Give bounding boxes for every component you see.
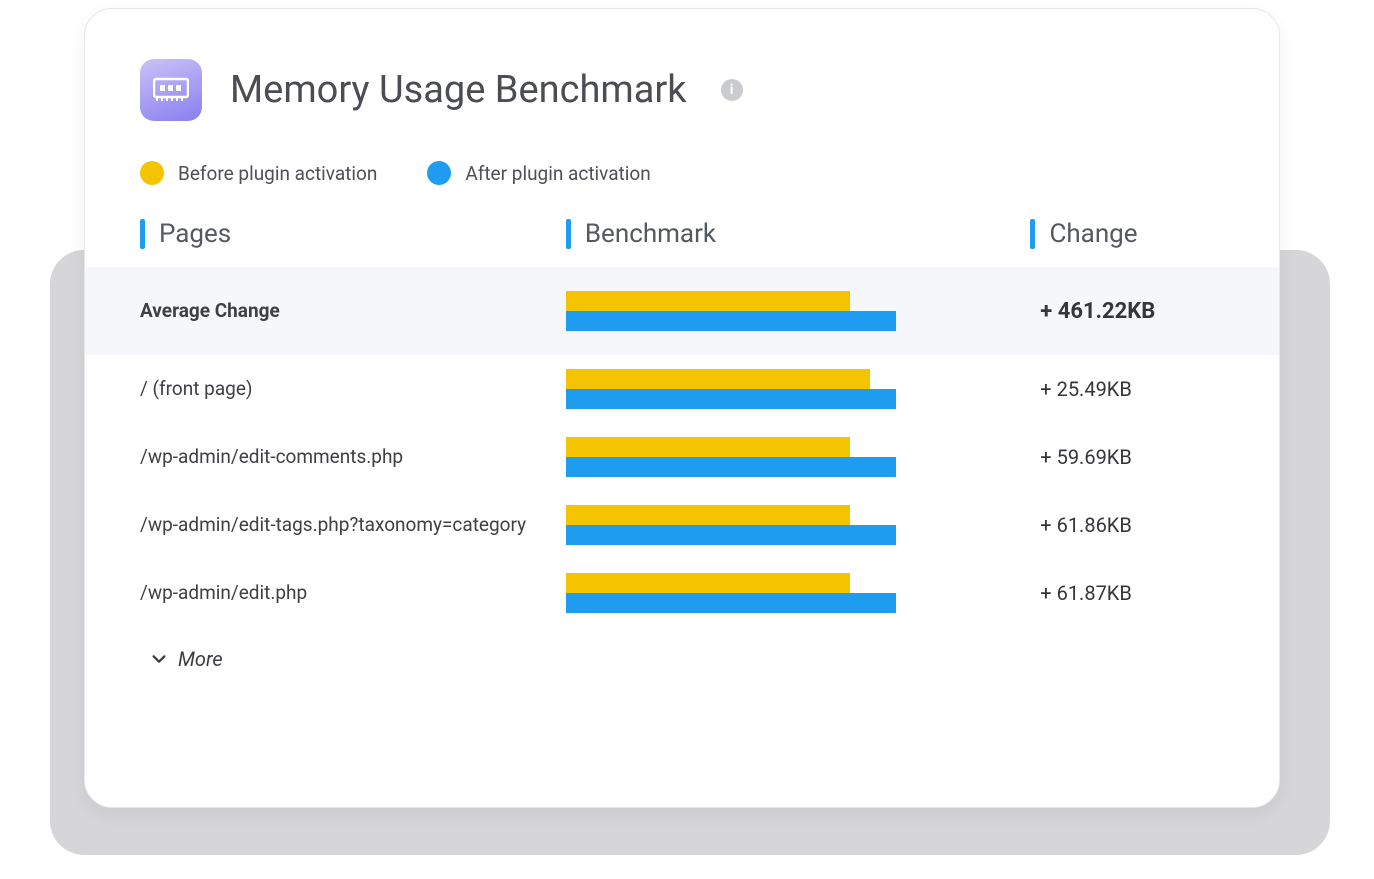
legend-before: Before plugin activation xyxy=(140,161,377,185)
table-row: /wp-admin/edit-comments.php + 59.69KB xyxy=(85,423,1279,491)
benchmark-bars xyxy=(566,505,1030,545)
page-label: / (front page) xyxy=(140,376,566,403)
col-header-pages: Pages xyxy=(140,219,566,249)
card-header: Memory Usage Benchmark i xyxy=(85,59,1279,121)
change-value: + 61.87KB xyxy=(1030,581,1224,605)
accent-bar xyxy=(1030,219,1035,249)
bar-before xyxy=(566,369,870,389)
rows-container: Average Change + 461.22KB / (front page) + … xyxy=(85,267,1279,627)
table-row: / (front page) + 25.49KB xyxy=(85,355,1279,423)
accent-bar xyxy=(140,219,145,249)
legend-dot-before xyxy=(140,161,164,185)
benchmark-bars xyxy=(566,291,1030,331)
bar-before xyxy=(566,573,850,593)
bar-after xyxy=(566,311,896,331)
change-value: + 61.86KB xyxy=(1030,513,1224,537)
chevron-down-icon xyxy=(150,650,168,668)
legend-after: After plugin activation xyxy=(427,161,650,185)
accent-bar xyxy=(566,219,571,249)
col-header-change: Change xyxy=(1030,219,1224,249)
bar-before xyxy=(566,505,850,525)
bar-after xyxy=(566,593,896,613)
column-headers: Pages Benchmark Change xyxy=(85,219,1279,249)
bar-after xyxy=(566,525,896,545)
bar-before xyxy=(566,437,850,457)
page-label: /wp-admin/edit.php xyxy=(140,580,566,607)
col-header-benchmark: Benchmark xyxy=(566,219,1031,249)
memory-chip-icon xyxy=(140,59,202,121)
col-label-change: Change xyxy=(1049,219,1137,249)
bar-after xyxy=(566,389,896,409)
change-value: + 461.22KB xyxy=(1030,299,1224,324)
change-value: + 59.69KB xyxy=(1030,445,1224,469)
info-icon[interactable]: i xyxy=(721,79,743,101)
bar-before xyxy=(566,291,850,311)
table-row: /wp-admin/edit-tags.php?taxonomy=categor… xyxy=(85,491,1279,559)
legend-label-before: Before plugin activation xyxy=(178,162,377,185)
change-value: + 25.49KB xyxy=(1030,377,1224,401)
benchmark-bars xyxy=(566,369,1030,409)
page-title: Memory Usage Benchmark xyxy=(230,68,687,112)
more-label: More xyxy=(178,647,223,671)
benchmark-bars xyxy=(566,437,1030,477)
col-label-benchmark: Benchmark xyxy=(585,219,716,249)
table-row: /wp-admin/edit.php + 61.87KB xyxy=(85,559,1279,627)
bar-after xyxy=(566,457,896,477)
legend-label-after: After plugin activation xyxy=(465,162,650,185)
page-label: /wp-admin/edit-tags.php?taxonomy=categor… xyxy=(140,512,566,539)
more-button[interactable]: More xyxy=(85,627,1279,671)
legend-dot-after xyxy=(427,161,451,185)
table-row: Average Change + 461.22KB xyxy=(85,267,1279,355)
page-label: /wp-admin/edit-comments.php xyxy=(140,444,566,471)
legend: Before plugin activation After plugin ac… xyxy=(85,161,1279,185)
benchmark-bars xyxy=(566,573,1030,613)
benchmark-card: Memory Usage Benchmark i Before plugin a… xyxy=(84,8,1280,808)
page-label: Average Change xyxy=(140,298,566,325)
col-label-pages: Pages xyxy=(159,219,231,249)
